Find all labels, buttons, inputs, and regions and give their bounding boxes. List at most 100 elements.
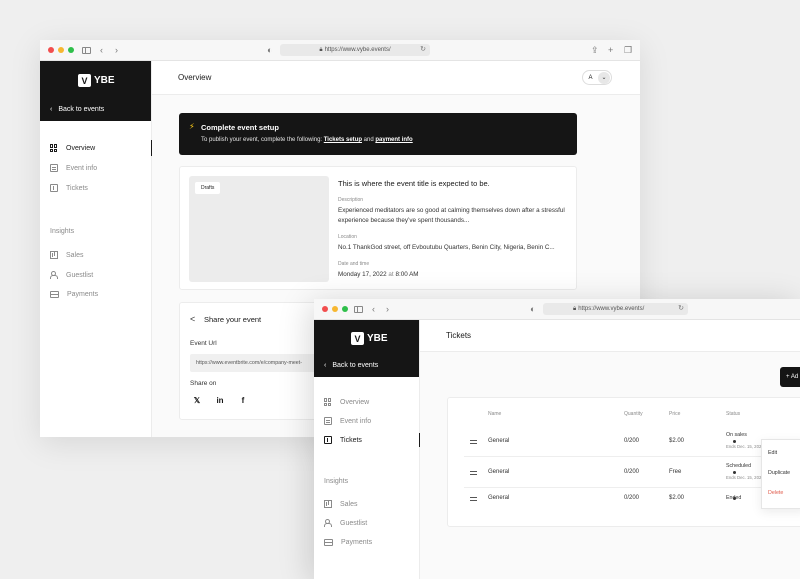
sidebar-icon[interactable] bbox=[354, 304, 363, 316]
twitter-icon[interactable]: 𝕏 bbox=[190, 394, 204, 408]
sidebar-item-label: Tickets bbox=[340, 436, 362, 444]
menu-item-duplicate[interactable]: Duplicate bbox=[768, 470, 790, 476]
table-row[interactable]: General 0/200 $2.00 On sales Ends Dec. 1… bbox=[464, 426, 800, 457]
alert-prefix: To publish your event, complete the foll… bbox=[201, 137, 324, 143]
page-header: Tickets bbox=[420, 320, 800, 352]
description-label: Description bbox=[338, 197, 364, 203]
status-dot bbox=[733, 440, 736, 443]
sidebar-item-overview[interactable]: Overview bbox=[50, 144, 95, 152]
account-menu[interactable]: A ⌄ bbox=[582, 70, 612, 85]
close-window-button[interactable] bbox=[48, 47, 54, 53]
setup-alert: ⚡︎ Complete event setup To publish your … bbox=[179, 113, 577, 155]
card-icon bbox=[50, 291, 59, 298]
lock-icon: 🔒︎ bbox=[319, 47, 323, 53]
sidebar-item-guestlist[interactable]: Guestlist bbox=[50, 271, 93, 279]
people-icon bbox=[50, 271, 58, 279]
avatar: A bbox=[588, 74, 593, 81]
maximize-window-button[interactable] bbox=[342, 306, 348, 312]
tickets-table: Name Quantity Price Status General 0/200… bbox=[447, 397, 800, 527]
sidebar-item-payments[interactable]: Payments bbox=[324, 539, 372, 546]
table-row[interactable]: General 0/200 Free Scheduled Ends Dec. 1… bbox=[464, 457, 800, 488]
sidebar-item-tickets[interactable]: Tickets bbox=[50, 184, 88, 192]
sidebar-item-label: Event info bbox=[340, 417, 372, 425]
back-arrow-icon[interactable]: ‹ bbox=[100, 44, 103, 56]
close-window-button[interactable] bbox=[322, 306, 328, 312]
back-to-events-link[interactable]: ‹ Back to events bbox=[50, 106, 104, 113]
payment-info-link[interactable]: payment info bbox=[375, 137, 412, 143]
grid-icon bbox=[50, 144, 58, 152]
tickets-setup-link[interactable]: Tickets setup bbox=[324, 137, 362, 143]
forward-arrow-icon[interactable]: › bbox=[115, 44, 118, 56]
address-bar[interactable]: 🔒︎ https://www.vybe.events/ ↻ bbox=[543, 303, 688, 315]
ticket-status: Ended bbox=[726, 495, 742, 501]
shield-icon[interactable]: ◐ bbox=[267, 44, 272, 56]
chevron-down-icon: ⌄ bbox=[598, 71, 610, 84]
sidebar-item-sales[interactable]: Sales bbox=[324, 500, 358, 508]
alert-and: and bbox=[362, 137, 376, 143]
vybe-logo[interactable]: V YBE bbox=[78, 74, 115, 87]
event-title: This is where the event title is expecte… bbox=[338, 179, 490, 188]
vybe-logo[interactable]: V YBE bbox=[351, 332, 388, 345]
minimize-window-button[interactable] bbox=[332, 306, 338, 312]
column-header-name: Name bbox=[488, 411, 502, 417]
tabs-icon[interactable]: ❐ bbox=[624, 44, 632, 56]
description-value: Experienced meditators are so good at ca… bbox=[338, 207, 565, 224]
drag-handle-icon[interactable] bbox=[470, 471, 477, 475]
sidebar-item-label: Event info bbox=[66, 164, 98, 172]
document-icon bbox=[324, 417, 332, 425]
event-image-placeholder: Drafts bbox=[189, 176, 329, 282]
table-row[interactable]: General 0/200 $2.00 Ended bbox=[464, 488, 800, 510]
sidebar-item-overview[interactable]: Overview bbox=[324, 398, 369, 406]
time-text: 8:00 AM bbox=[395, 271, 419, 278]
logo-text: YBE bbox=[94, 75, 115, 86]
status-dot bbox=[733, 471, 736, 474]
ticket-name: General bbox=[488, 469, 510, 475]
linkedin-icon[interactable]: in bbox=[213, 394, 227, 408]
shield-icon[interactable]: ◐ bbox=[530, 303, 535, 315]
reload-icon[interactable]: ↻ bbox=[420, 44, 426, 56]
tickets-window: ‹ › ◐ 🔒︎ https://www.vybe.events/ ↻ V YBE… bbox=[314, 299, 800, 579]
back-arrow-icon[interactable]: ‹ bbox=[372, 303, 375, 315]
minimize-window-button[interactable] bbox=[58, 47, 64, 53]
facebook-icon[interactable]: f bbox=[236, 394, 250, 408]
menu-item-delete[interactable]: Delete bbox=[768, 490, 783, 496]
event-url-label: Event Url bbox=[190, 340, 217, 347]
browser-toolbar: ‹ › ◐ 🔒︎ https://www.vybe.events/ ↻ ⇪ + ❐ bbox=[40, 40, 640, 61]
menu-item-edit[interactable]: Edit bbox=[768, 450, 777, 456]
ticket-name: General bbox=[488, 438, 510, 444]
new-tab-icon[interactable]: + bbox=[608, 44, 613, 56]
browser-toolbar: ‹ › ◐ 🔒︎ https://www.vybe.events/ ↻ bbox=[314, 299, 800, 320]
maximize-window-button[interactable] bbox=[68, 47, 74, 53]
event-card[interactable]: Drafts This is where the event title is … bbox=[179, 166, 577, 290]
sidebar-icon[interactable] bbox=[82, 45, 91, 57]
share-icon[interactable]: ⇪ bbox=[591, 44, 599, 56]
logo-mark: V bbox=[351, 332, 364, 345]
insights-heading: Insights bbox=[50, 228, 75, 235]
location-label: Location bbox=[338, 234, 357, 240]
column-header-quantity: Quantity bbox=[624, 411, 643, 417]
sidebar-item-sales[interactable]: Sales bbox=[50, 251, 84, 259]
ticket-status: Scheduled bbox=[726, 463, 752, 469]
location-value: No.1 ThankGod street, off Evboutubu Quar… bbox=[338, 244, 555, 251]
drag-handle-icon[interactable] bbox=[470, 497, 477, 501]
sidebar-item-tickets[interactable]: Tickets bbox=[324, 436, 362, 444]
address-bar[interactable]: 🔒︎ https://www.vybe.events/ ↻ bbox=[280, 44, 430, 56]
lightning-icon: ⚡︎ bbox=[189, 122, 195, 131]
sidebar-item-label: Sales bbox=[66, 251, 84, 259]
ticket-name: General bbox=[488, 495, 510, 501]
alert-title: Complete event setup bbox=[201, 123, 279, 132]
ticket-quantity: 0/200 bbox=[624, 438, 640, 444]
sidebar-item-event-info[interactable]: Event info bbox=[324, 417, 371, 425]
back-to-events-link[interactable]: ‹ Back to events bbox=[324, 362, 378, 369]
sidebar-item-label: Overview bbox=[66, 144, 96, 152]
ticket-price: $2.00 bbox=[669, 495, 685, 501]
sidebar-item-payments[interactable]: Payments bbox=[50, 291, 98, 298]
sidebar: V YBE ‹ Back to events Overview Event in… bbox=[40, 61, 152, 437]
drag-handle-icon[interactable] bbox=[470, 440, 477, 444]
forward-arrow-icon[interactable]: › bbox=[386, 303, 389, 315]
ticket-quantity: 0/200 bbox=[624, 469, 640, 475]
sidebar-item-guestlist[interactable]: Guestlist bbox=[324, 519, 367, 527]
reload-icon[interactable]: ↻ bbox=[678, 303, 684, 315]
add-ticket-button[interactable]: + Ad bbox=[780, 367, 800, 387]
sidebar-item-event-info[interactable]: Event info bbox=[50, 164, 97, 172]
